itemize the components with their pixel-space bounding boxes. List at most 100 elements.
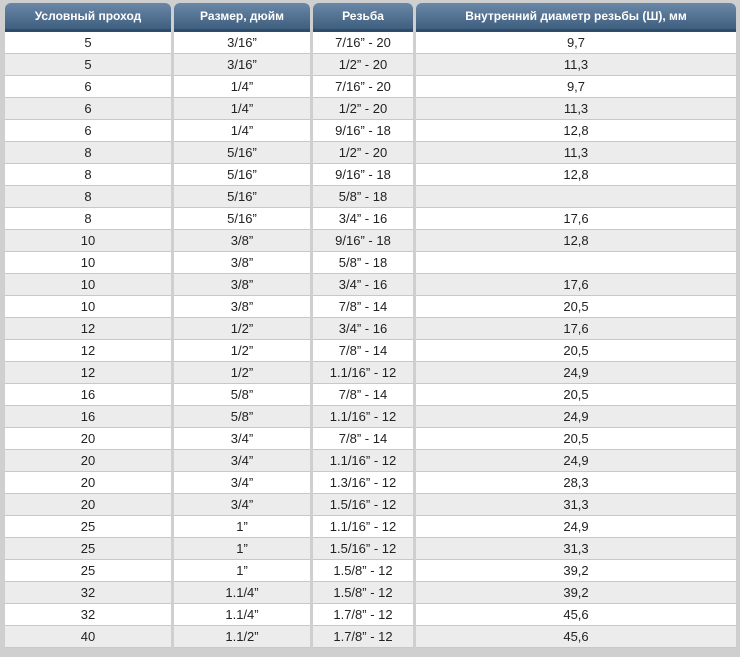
cell-inner-diameter: 12,8 [416,164,736,186]
cell-size-inch: 3/4” [174,428,310,450]
cell-nominal-bore: 32 [5,604,171,626]
cell-size-inch: 1/2” [174,340,310,362]
cell-thread: 7/8” - 14 [313,384,413,406]
cell-nominal-bore: 32 [5,582,171,604]
cell-nominal-bore: 20 [5,472,171,494]
cell-size-inch: 3/8” [174,230,310,252]
cell-thread: 9/16” - 18 [313,120,413,142]
cell-thread: 1.7/8” - 12 [313,604,413,626]
table-row: 20 3/4” 1.5/16” - 12 31,3 [5,494,736,516]
cell-inner-diameter: 31,3 [416,494,736,516]
table-row: 20 3/4” 1.3/16” - 12 28,3 [5,472,736,494]
table-row: 25 1” 1.5/16” - 12 31,3 [5,538,736,560]
table-row: 12 1/2” 7/8” - 14 20,5 [5,340,736,362]
table-row: 40 1.1/2” 1.7/8” - 12 45,6 [5,626,736,648]
table-row: 32 1.1/4” 1.7/8” - 12 45,6 [5,604,736,626]
table-row: 8 5/16” 3/4” - 16 17,6 [5,208,736,230]
cell-inner-diameter [416,252,736,274]
cell-nominal-bore: 12 [5,362,171,384]
table-row: 10 3/8” 3/4” - 16 17,6 [5,274,736,296]
cell-size-inch: 1” [174,516,310,538]
table-row: 8 5/16” 5/8” - 18 [5,186,736,208]
cell-size-inch: 5/8” [174,406,310,428]
cell-size-inch: 3/16” [174,54,310,76]
thread-size-table: Условный проход Размер, дюйм Резьба Внут… [2,3,739,648]
cell-inner-diameter: 31,3 [416,538,736,560]
cell-inner-diameter: 24,9 [416,406,736,428]
cell-size-inch: 5/8” [174,384,310,406]
table-row: 32 1.1/4” 1.5/8” - 12 39,2 [5,582,736,604]
cell-inner-diameter: 17,6 [416,318,736,340]
table-row: 10 3/8” 7/8” - 14 20,5 [5,296,736,318]
cell-size-inch: 5/16” [174,186,310,208]
header-thread: Резьба [313,3,413,29]
table-row: 6 1/4” 7/16” - 20 9,7 [5,76,736,98]
cell-nominal-bore: 25 [5,516,171,538]
cell-inner-diameter: 11,3 [416,98,736,120]
cell-thread: 1.5/8” - 12 [313,560,413,582]
cell-inner-diameter [416,186,736,208]
cell-inner-diameter: 9,7 [416,32,736,54]
cell-inner-diameter: 24,9 [416,362,736,384]
cell-inner-diameter: 20,5 [416,296,736,318]
cell-thread: 5/8” - 18 [313,252,413,274]
cell-nominal-bore: 16 [5,384,171,406]
table-row: 5 3/16” 1/2” - 20 11,3 [5,54,736,76]
cell-nominal-bore: 12 [5,318,171,340]
cell-thread: 3/4” - 16 [313,318,413,340]
table-row: 6 1/4” 1/2” - 20 11,3 [5,98,736,120]
cell-size-inch: 3/8” [174,274,310,296]
cell-thread: 7/8” - 14 [313,296,413,318]
cell-thread: 1.7/8” - 12 [313,626,413,648]
header-inner-diameter: Внутренний диаметр резьбы (Ш), мм [416,3,736,29]
cell-size-inch: 5/16” [174,208,310,230]
table-row: 12 1/2” 3/4” - 16 17,6 [5,318,736,340]
cell-thread: 1/2” - 20 [313,98,413,120]
cell-thread: 1/2” - 20 [313,142,413,164]
cell-nominal-bore: 20 [5,494,171,516]
cell-size-inch: 3/4” [174,494,310,516]
table-row: 10 3/8” 9/16” - 18 12,8 [5,230,736,252]
cell-nominal-bore: 6 [5,98,171,120]
table-row: 5 3/16” 7/16” - 20 9,7 [5,32,736,54]
cell-thread: 3/4” - 16 [313,274,413,296]
cell-thread: 5/8” - 18 [313,186,413,208]
cell-size-inch: 3/4” [174,450,310,472]
table-row: 16 5/8” 7/8” - 14 20,5 [5,384,736,406]
cell-size-inch: 1.1/2” [174,626,310,648]
cell-nominal-bore: 8 [5,208,171,230]
cell-size-inch: 3/4” [174,472,310,494]
cell-nominal-bore: 5 [5,32,171,54]
cell-inner-diameter: 11,3 [416,142,736,164]
cell-thread: 1.1/16” - 12 [313,362,413,384]
cell-nominal-bore: 25 [5,538,171,560]
cell-size-inch: 1/4” [174,76,310,98]
cell-inner-diameter: 9,7 [416,76,736,98]
table-row: 20 3/4” 7/8” - 14 20,5 [5,428,736,450]
cell-thread: 1/2” - 20 [313,54,413,76]
cell-size-inch: 1/2” [174,318,310,340]
cell-inner-diameter: 11,3 [416,54,736,76]
cell-thread: 3/4” - 16 [313,208,413,230]
cell-nominal-bore: 20 [5,428,171,450]
table-row: 8 5/16” 9/16” - 18 12,8 [5,164,736,186]
table-row: 6 1/4” 9/16” - 18 12,8 [5,120,736,142]
cell-size-inch: 1/4” [174,120,310,142]
cell-size-inch: 3/8” [174,252,310,274]
cell-inner-diameter: 39,2 [416,560,736,582]
cell-nominal-bore: 10 [5,274,171,296]
cell-inner-diameter: 12,8 [416,230,736,252]
cell-inner-diameter: 45,6 [416,626,736,648]
cell-size-inch: 5/16” [174,164,310,186]
cell-thread: 1.1/16” - 12 [313,406,413,428]
cell-nominal-bore: 16 [5,406,171,428]
cell-size-inch: 1” [174,560,310,582]
cell-thread: 7/8” - 14 [313,428,413,450]
cell-inner-diameter: 24,9 [416,516,736,538]
table-row: 12 1/2” 1.1/16” - 12 24,9 [5,362,736,384]
cell-nominal-bore: 8 [5,142,171,164]
cell-thread: 1.3/16” - 12 [313,472,413,494]
cell-thread: 1.5/16” - 12 [313,538,413,560]
cell-inner-diameter: 20,5 [416,384,736,406]
cell-inner-diameter: 17,6 [416,274,736,296]
